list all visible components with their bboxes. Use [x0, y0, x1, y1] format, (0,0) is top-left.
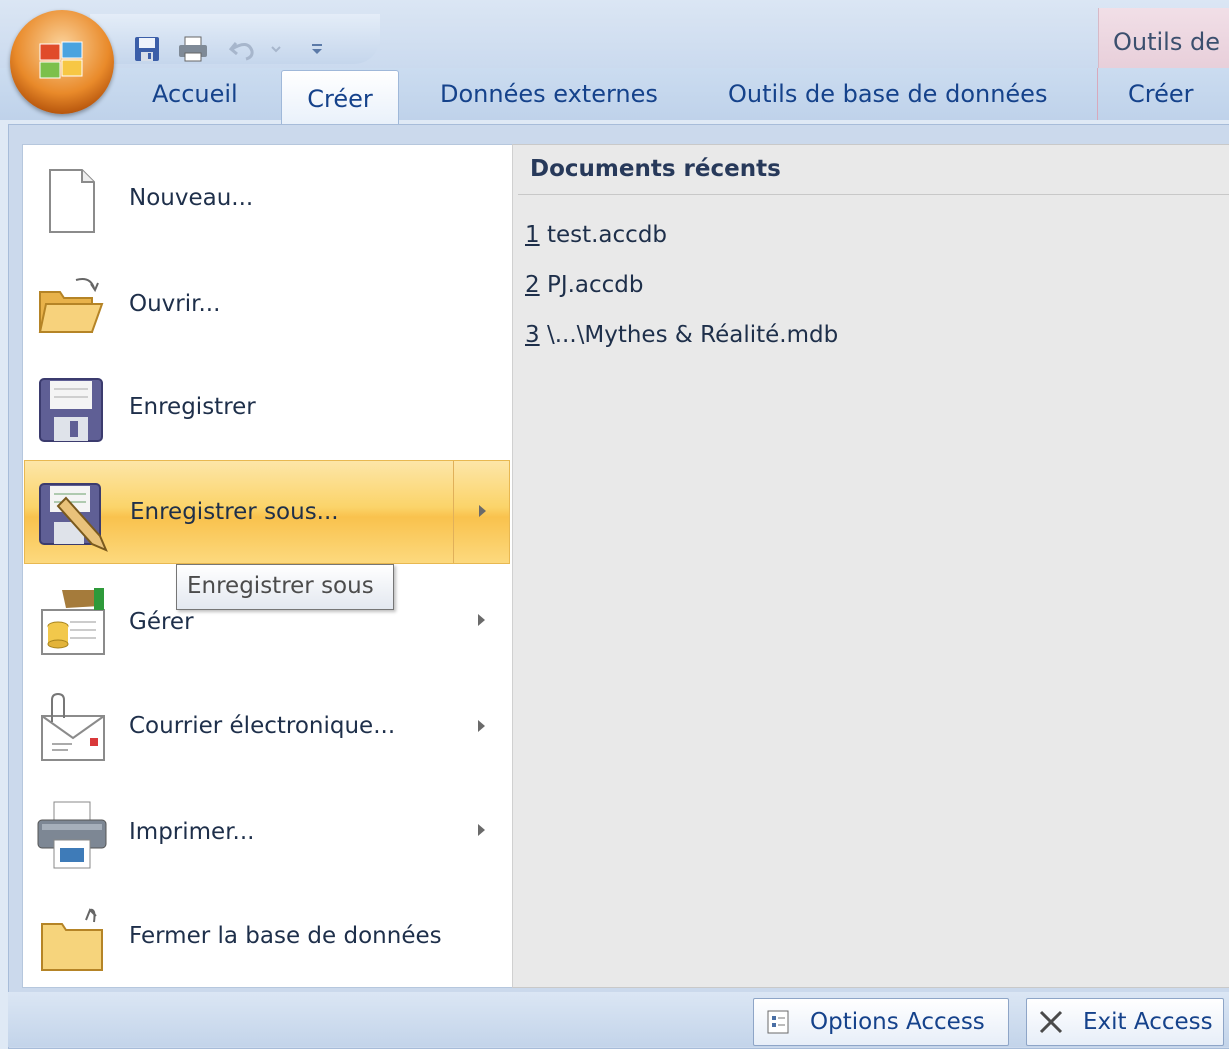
save-as-icon	[36, 480, 108, 552]
customize-qat-icon[interactable]	[306, 34, 328, 64]
menu-item-enregistrer[interactable]: Enregistrer	[24, 355, 510, 459]
submenu-arrow-icon[interactable]	[479, 505, 486, 517]
manage-database-icon	[36, 586, 106, 655]
recent-document-item[interactable]: 1 test.accdb	[525, 222, 667, 248]
tab-outils-base-de-donnees[interactable]: Outils de base de données	[728, 80, 1047, 108]
recent-document-item[interactable]: 3 \...\Mythes & Réalité.mdb	[525, 322, 838, 348]
quick-access-toolbar	[90, 14, 380, 64]
recent-document-name: PJ.accdb	[546, 272, 644, 298]
email-icon	[36, 692, 106, 761]
print-icon[interactable]	[174, 34, 212, 64]
menu-item-nouveau[interactable]: Nouveau...	[24, 146, 510, 250]
new-document-icon	[36, 166, 106, 233]
menu-item-courrier-electronique[interactable]: Courrier électronique...	[24, 672, 510, 776]
submenu-arrow-icon[interactable]	[478, 614, 485, 626]
save-disk-icon	[36, 375, 106, 442]
menu-item-label: Fermer la base de données	[129, 923, 442, 949]
close-icon	[1037, 1008, 1065, 1040]
save-icon[interactable]	[130, 34, 164, 64]
recent-documents-pane	[512, 144, 1229, 988]
menu-item-label: Nouveau...	[129, 185, 254, 211]
menu-item-label: Imprimer...	[129, 819, 255, 845]
contextual-separator	[1097, 68, 1098, 120]
menu-item-label: Courrier électronique...	[129, 713, 396, 739]
office-logo-icon	[38, 40, 86, 82]
tab-creer-contextual[interactable]: Créer	[1128, 80, 1194, 108]
submenu-split-divider	[453, 461, 454, 563]
menu-item-enregistrer-sous[interactable]: Enregistrer sous...	[24, 460, 510, 564]
options-access-label: Options Access	[810, 1009, 985, 1035]
menu-item-ouvrir[interactable]: Ouvrir...	[24, 252, 510, 356]
contextual-tab-group-title: Outils de	[1113, 28, 1220, 56]
options-access-button[interactable]: Options Access	[753, 998, 1009, 1046]
menu-item-label: Enregistrer	[129, 394, 256, 420]
tab-accueil[interactable]: Accueil	[152, 80, 238, 108]
printer-icon	[36, 798, 107, 869]
menu-item-fermer-base-de-donnees[interactable]: Fermer la base de données	[24, 882, 510, 986]
submenu-arrow-icon[interactable]	[478, 720, 485, 732]
undo-icon[interactable]	[226, 34, 260, 64]
tab-donnees-externes[interactable]: Données externes	[440, 80, 658, 108]
exit-access-button[interactable]: Exit Access	[1026, 998, 1224, 1046]
recent-document-name: test.accdb	[546, 222, 668, 248]
menu-item-label: Enregistrer sous...	[130, 499, 339, 525]
undo-dropdown-icon[interactable]	[268, 34, 284, 64]
menu-item-label: Gérer	[129, 609, 194, 635]
contextual-tab-group: Outils de	[1098, 8, 1229, 68]
recent-document-name: \...\Mythes & Réalité.mdb	[546, 322, 839, 348]
recent-documents-divider	[518, 194, 1229, 195]
office-button[interactable]	[10, 10, 114, 114]
tooltip-text: Enregistrer sous	[187, 573, 374, 599]
recent-document-number: 3	[525, 322, 540, 348]
recent-document-number: 2	[525, 272, 540, 298]
menu-item-imprimer[interactable]: Imprimer...	[24, 778, 510, 882]
recent-documents-title: Documents récents	[530, 156, 781, 182]
exit-access-label: Exit Access	[1083, 1009, 1213, 1035]
submenu-arrow-icon[interactable]	[478, 824, 485, 836]
menu-item-label: Ouvrir...	[129, 291, 221, 317]
tab-creer[interactable]: Créer	[281, 70, 399, 127]
options-icon	[766, 1009, 790, 1039]
tooltip: Enregistrer sous	[176, 564, 394, 610]
recent-document-number: 1	[525, 222, 540, 248]
recent-document-item[interactable]: 2 PJ.accdb	[525, 272, 644, 298]
close-database-icon	[36, 902, 106, 971]
open-folder-icon	[36, 272, 106, 338]
